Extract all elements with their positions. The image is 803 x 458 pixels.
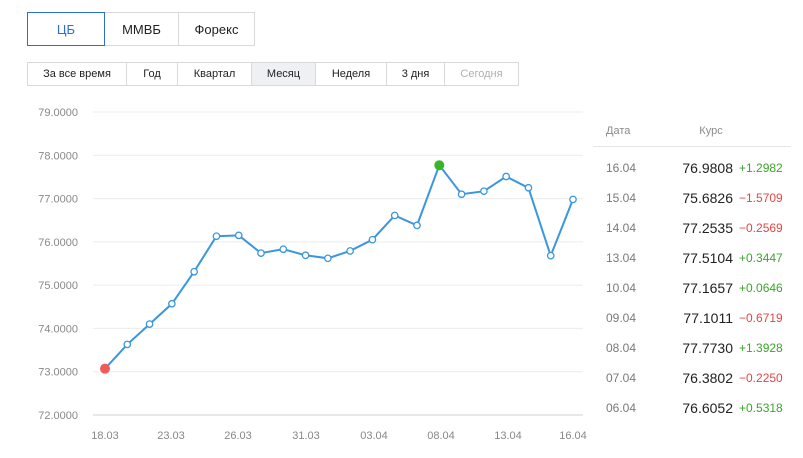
data-point (524, 183, 533, 192)
x-tick-label: 31.03 (292, 430, 320, 442)
rate-row: 15.04 75.6826 −1.5709 (593, 183, 791, 213)
rate-row: 16.04 76.9808 +1.2982 (593, 153, 791, 183)
data-point (368, 235, 377, 244)
data-point (168, 299, 176, 308)
rate-change: +1.2982 (739, 161, 783, 175)
x-tick-label: 26.03 (224, 430, 252, 442)
period-all-time[interactable]: За все время (27, 62, 127, 86)
y-tick-label: 77.0000 (38, 194, 78, 206)
rate-value: 77.7730 (682, 340, 733, 356)
header-rate: Курс (699, 125, 723, 137)
rate-value: 77.5104 (682, 250, 733, 266)
rate-value: 76.3802 (682, 370, 733, 386)
rate-change: −1.5709 (739, 191, 783, 205)
rate-value: 77.1657 (682, 280, 733, 296)
y-tick-label: 75.0000 (38, 280, 78, 292)
data-point (346, 247, 354, 255)
tab-mmvb[interactable]: ММВБ (105, 12, 179, 46)
data-point (123, 340, 132, 349)
y-tick-label: 74.0000 (38, 323, 78, 335)
rate-change: −0.2250 (739, 371, 783, 385)
rate-row: 08.04 77.7730 +1.3928 (593, 333, 791, 363)
header-date: Дата (606, 125, 631, 137)
rate-date: 06.04 (606, 401, 637, 415)
y-tick-label: 78.0000 (38, 150, 78, 162)
rate-value: 76.9808 (682, 160, 733, 176)
period-year[interactable]: Год (127, 62, 178, 86)
period-today[interactable]: Сегодня (445, 62, 519, 86)
data-point (301, 251, 310, 260)
data-point (234, 231, 243, 240)
period-quarter[interactable]: Квартал (178, 62, 252, 86)
rate-date: 09.04 (606, 311, 637, 325)
rates-table-header: Дата Курс (593, 116, 791, 147)
rate-date: 14.04 (606, 221, 637, 235)
min-point (100, 363, 110, 374)
rate-chart: 79.0000 78.0000 77.0000 76.0000 75.0000 74.00… (38, 107, 587, 442)
period-3-days[interactable]: 3 дня (387, 62, 445, 86)
rate-date: 13.04 (606, 251, 637, 265)
rate-row: 06.04 76.6052 +0.5318 (593, 393, 791, 423)
rate-row: 10.04 77.1657 +0.0646 (593, 273, 791, 303)
rate-row: 13.04 77.5104 +0.3447 (593, 243, 791, 273)
rate-date: 08.04 (606, 341, 637, 355)
data-point (279, 245, 288, 254)
y-tick-label: 72.0000 (38, 410, 78, 422)
rate-value: 77.2535 (682, 220, 733, 236)
x-tick-label: 23.03 (157, 430, 185, 442)
period-week[interactable]: Неделя (316, 62, 387, 86)
rate-date: 15.04 (606, 191, 637, 205)
series-line (104, 163, 574, 370)
period-month[interactable]: Месяц (252, 62, 316, 86)
y-tick-label: 79.0000 (38, 107, 78, 119)
rate-date: 07.04 (606, 371, 637, 385)
rate-change: −0.6719 (739, 311, 783, 325)
x-tick-label: 13.04 (494, 430, 522, 442)
rate-date: 16.04 (606, 161, 637, 175)
rate-row: 07.04 76.3802 −0.2250 (593, 363, 791, 393)
rates-table: Дата Курс 16.04 76.9808 +1.2982 15.04 75.682… (593, 116, 791, 423)
data-point (480, 187, 488, 196)
rate-change: +0.0646 (739, 281, 783, 295)
data-point (457, 190, 466, 199)
tab-forex[interactable]: Форекс (179, 12, 255, 46)
data-point (413, 221, 421, 230)
y-tick-label: 73.0000 (38, 367, 78, 379)
rate-value: 76.6052 (682, 400, 733, 416)
data-point (145, 320, 154, 328)
data-point (190, 267, 198, 276)
data-point (324, 254, 332, 263)
data-point (257, 249, 265, 257)
rate-row: 14.04 77.2535 −0.2569 (593, 213, 791, 243)
rate-date: 10.04 (606, 281, 637, 295)
max-point (434, 160, 445, 171)
data-point (390, 211, 399, 220)
rate-row: 09.04 77.1011 −0.6719 (593, 303, 791, 333)
x-tick-label: 08.04 (427, 430, 455, 442)
data-point (569, 195, 577, 204)
rates-table-body: 16.04 76.9808 +1.2982 15.04 75.6826 −1.5709 14… (593, 153, 791, 423)
tab-cb[interactable]: ЦБ (27, 12, 105, 46)
x-tick-label: 18.03 (91, 430, 119, 442)
rate-change: +0.5318 (739, 401, 783, 415)
data-point (502, 172, 510, 181)
period-tabs: За все время Год Квартал Месяц Неделя 3 … (27, 62, 519, 86)
rate-change: +0.3447 (739, 251, 783, 265)
rate-change: +1.3928 (739, 341, 783, 355)
data-point (212, 232, 221, 241)
source-tabs: ЦБ ММВБ Форекс (27, 12, 255, 46)
y-tick-label: 76.0000 (38, 237, 78, 249)
rate-value: 75.6826 (682, 190, 733, 206)
data-point (546, 251, 555, 260)
rate-change: −0.2569 (739, 221, 783, 235)
x-tick-label: 16.04 (559, 430, 587, 442)
x-tick-label: 03.04 (360, 430, 388, 442)
rate-value: 77.1011 (683, 310, 733, 326)
